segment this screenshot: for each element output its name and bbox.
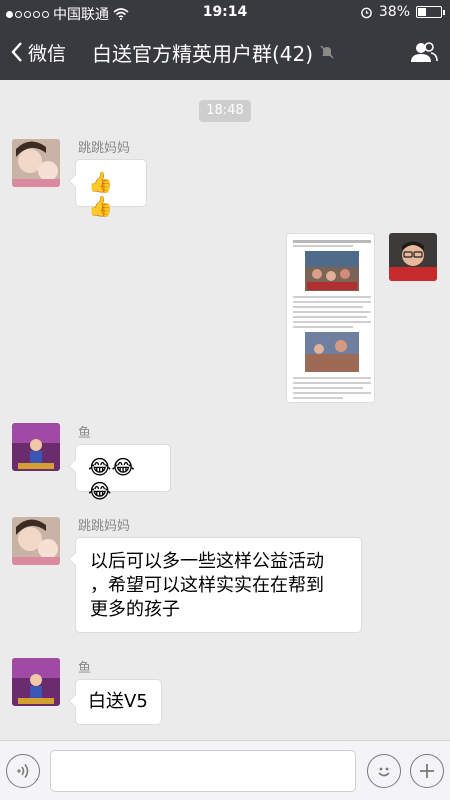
sender-name: 鱼 (78, 426, 92, 441)
avatar[interactable] (12, 139, 60, 187)
status-bar: 中国联通 19:14 38% (0, 0, 450, 24)
image-message[interactable] (286, 233, 375, 403)
avatar[interactable] (12, 423, 60, 471)
back-label: 微信 (28, 42, 67, 65)
message-text: 白送V5 (88, 691, 148, 712)
battery-label: 38% (378, 4, 410, 20)
avatar[interactable] (389, 233, 437, 281)
message-text: 以后可以多一些这样公益活动 ，希望可以这样实实在在帮到 更多的孩子 (90, 551, 324, 620)
sender-name: 跳跳妈妈 (78, 141, 131, 156)
people-icon (411, 42, 438, 62)
emoji-content: 😂😂😂 (88, 455, 135, 503)
message-bubble[interactable]: 白送V5 (69, 679, 162, 725)
message-input[interactable] (50, 750, 356, 792)
group-name: 白送官方精英用户群(42) (92, 41, 314, 66)
emoji-content: 👍👍 (88, 170, 113, 218)
chevron-left-icon (11, 42, 22, 62)
article-thumbnail (287, 234, 374, 402)
time-stamp: 18:48 (199, 100, 251, 122)
input-bar (0, 740, 450, 800)
nav-bar: 微信 白送官方精英用户群(42) (0, 24, 450, 80)
message-bubble[interactable]: 👍👍 (69, 159, 147, 218)
smiley-icon (378, 767, 390, 777)
status-right: 38% (360, 4, 445, 20)
group-members-button[interactable] (410, 24, 438, 80)
message-bubble[interactable]: 😂😂😂 (69, 444, 171, 503)
more-button[interactable] (410, 754, 444, 788)
avatar[interactable] (12, 517, 60, 565)
chat-area[interactable]: 18:48 跳跳妈妈 👍👍 鱼 😂😂😂 跳跳妈妈 以后可以多一些这样公益活动 ，… (0, 80, 450, 740)
message-bubble[interactable]: 以后可以多一些这样公益活动 ，希望可以这样实实在在帮到 更多的孩子 (69, 537, 362, 633)
plus-icon (420, 764, 434, 778)
back-button[interactable]: 微信 (10, 24, 66, 80)
sender-name: 跳跳妈妈 (78, 519, 131, 534)
sender-name: 鱼 (78, 661, 92, 676)
avatar[interactable] (12, 658, 60, 706)
chat-title: 白送官方精英用户群(42) (92, 24, 335, 80)
emoji-button[interactable] (367, 754, 401, 788)
alarm-icon (361, 7, 372, 18)
voice-icon (17, 764, 29, 778)
battery-icon (416, 6, 445, 18)
voice-button[interactable] (6, 754, 40, 788)
mute-icon (320, 45, 334, 59)
